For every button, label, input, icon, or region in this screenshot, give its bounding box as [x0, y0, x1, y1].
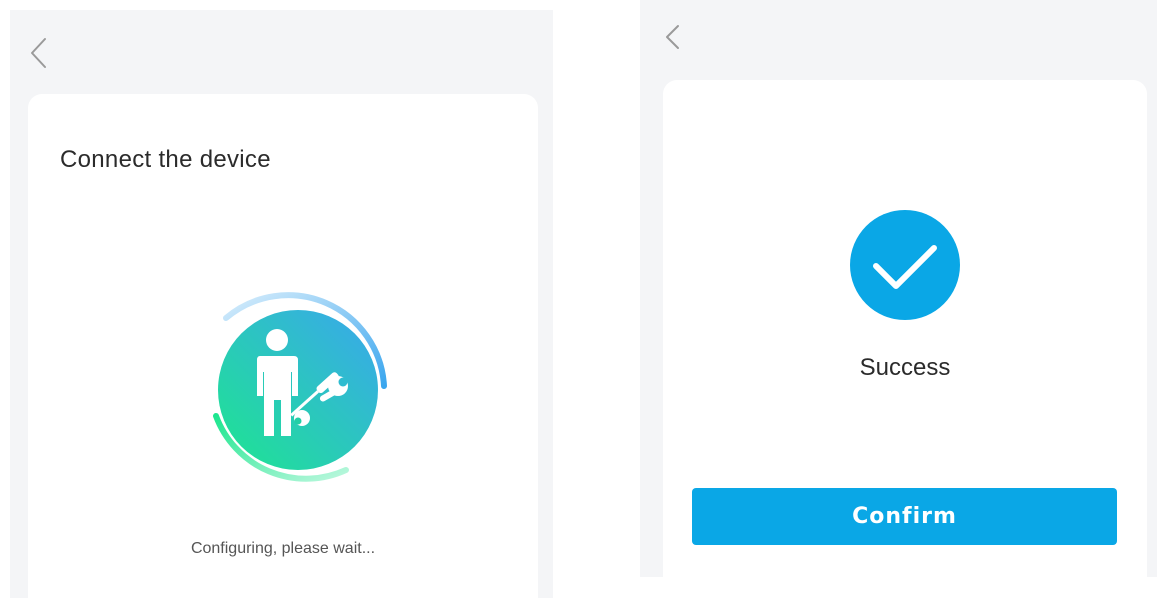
chevron-left-icon [666, 25, 679, 49]
technician-with-tools-icon [178, 276, 398, 496]
success-status-text: Success [859, 354, 951, 381]
back-button[interactable] [26, 36, 54, 70]
configuring-card: Connect the device Configuring, please w… [28, 94, 538, 598]
confirm-button[interactable]: Confirm [692, 488, 1117, 545]
page-title: Connect the device [60, 146, 271, 173]
success-screen: Success Confirm [640, 0, 1157, 577]
configuring-screen: Connect the device Configuring, please w… [10, 10, 553, 598]
check-circle-icon [850, 210, 960, 320]
chevron-left-icon [31, 38, 46, 68]
back-button[interactable] [661, 22, 689, 56]
success-card: Success Confirm [663, 80, 1147, 577]
configuring-status-text: Configuring, please wait... [190, 540, 376, 557]
